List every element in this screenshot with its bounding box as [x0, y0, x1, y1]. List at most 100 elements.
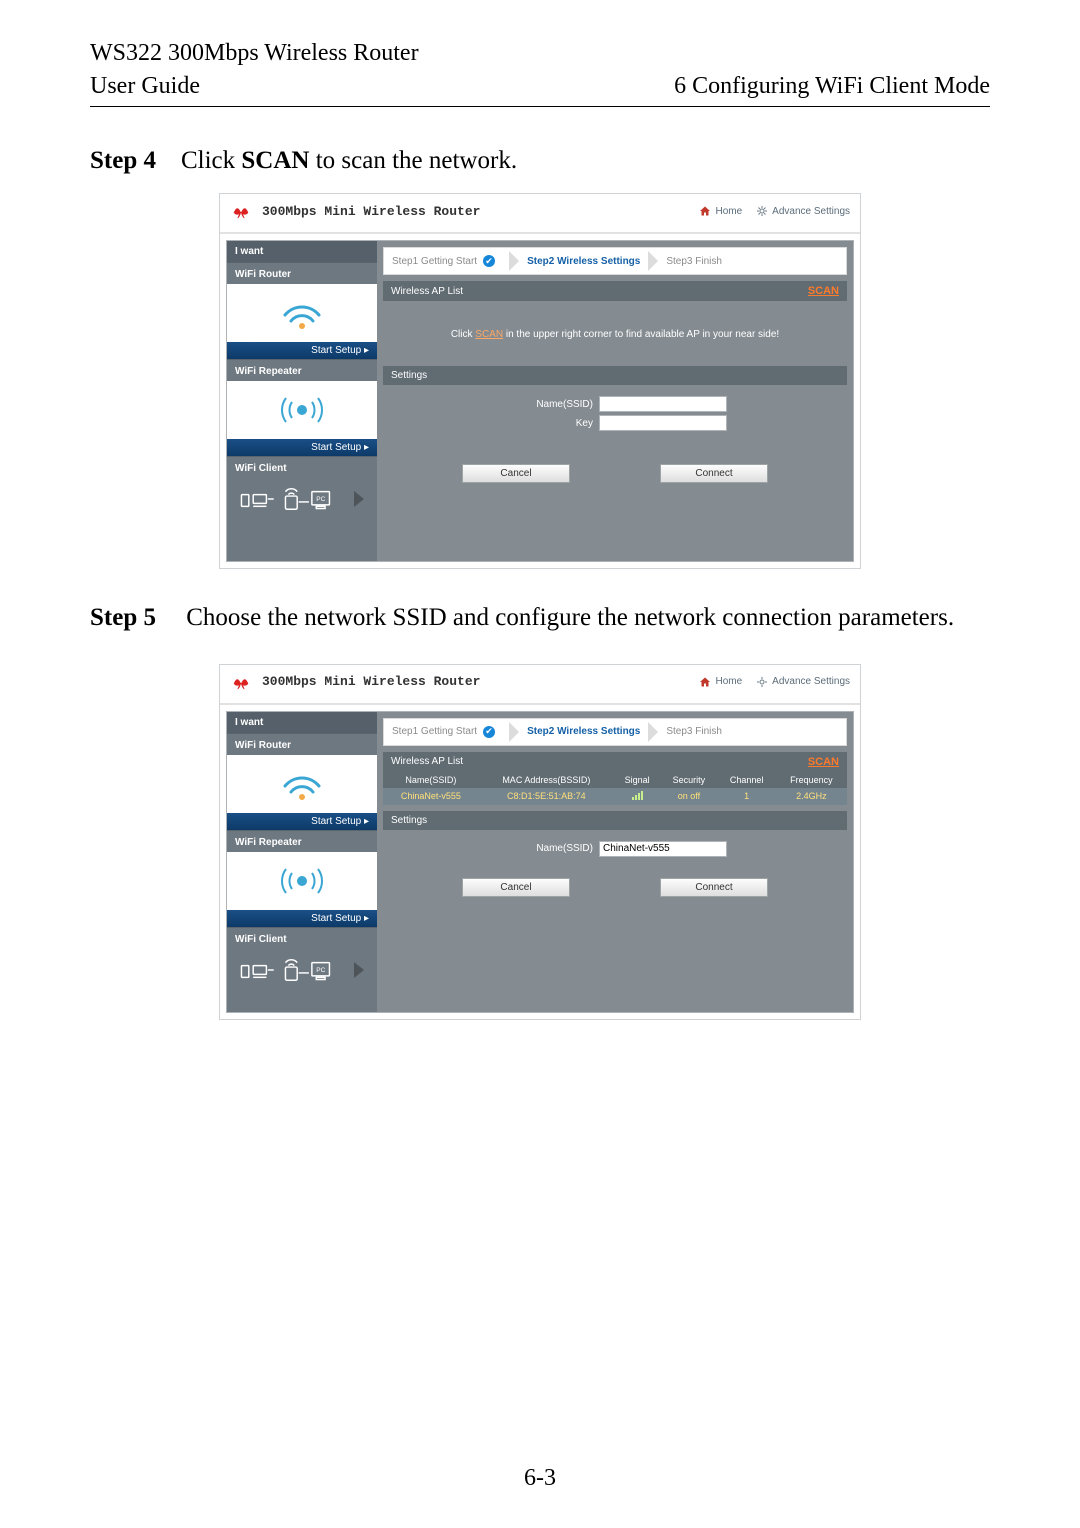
wifi-client-icon: PC — [227, 474, 377, 524]
ssid-label: Name(SSID) — [503, 399, 593, 410]
cell-mac: C8:D1:5E:51:AB:74 — [479, 788, 614, 805]
home-link[interactable]: Home — [699, 676, 742, 688]
cell-security: on off — [660, 788, 717, 805]
check-icon: ✔ — [483, 726, 495, 738]
sidebar-iwant: I want — [227, 241, 377, 262]
sidebar-wifi-client: WiFi Client — [227, 928, 377, 945]
router-title: 300Mbps Mini Wireless Router — [262, 204, 480, 219]
gear-icon — [756, 676, 768, 688]
col-freq: Frequency — [776, 772, 847, 788]
ap-table-header: Name(SSID) MAC Address(BSSID) Signal Sec… — [383, 772, 847, 788]
router-screenshot-1: 300Mbps Mini Wireless Router Home Advanc… — [219, 193, 861, 569]
chevron-right-icon — [354, 491, 364, 507]
chevron-icon — [648, 722, 658, 742]
advance-settings-link[interactable]: Advance Settings — [756, 676, 850, 688]
home-label: Home — [715, 206, 742, 217]
start-setup-repeater[interactable]: Start Setup ▸ — [227, 439, 377, 456]
sidebar-wifi-repeater: WiFi Repeater — [227, 831, 377, 848]
main-panel: Step1 Getting Start ✔ Step2 Wireless Set… — [377, 241, 853, 561]
hint-b: in the upper right corner to find availa… — [503, 329, 779, 340]
sidebar-wifi-repeater: WiFi Repeater — [227, 360, 377, 377]
key-input[interactable] — [599, 415, 727, 431]
main-panel: Step1 Getting Start ✔ Step2 Wireless Set… — [377, 712, 853, 1012]
svg-text:PC: PC — [316, 496, 325, 503]
doc-product: WS322 300Mbps Wireless Router — [90, 40, 990, 67]
advance-settings-link[interactable]: Advance Settings — [756, 205, 850, 217]
doc-chapter: 6 Configuring WiFi Client Mode — [674, 73, 990, 100]
bc-step2: Step2 Wireless Settings — [527, 726, 640, 737]
advance-label: Advance Settings — [772, 206, 850, 217]
step5-block: Step 5 Choose the network SSID and confi… — [90, 599, 990, 638]
gear-icon — [756, 205, 768, 217]
start-setup-repeater[interactable]: Start Setup ▸ — [227, 910, 377, 927]
ap-list-label: Wireless AP List — [391, 286, 463, 297]
connect-button[interactable]: Connect — [660, 878, 768, 897]
step5-text: Choose the network SSID and configure th… — [186, 604, 954, 631]
ap-table-row[interactable]: ChinaNet-v555 C8:D1:5E:51:AB:74 on off 1… — [383, 788, 847, 805]
wifi-repeater-icon — [227, 852, 377, 910]
home-icon — [699, 205, 711, 217]
cell-signal — [614, 788, 660, 805]
col-name: Name(SSID) — [383, 772, 479, 788]
wifi-router-icon — [227, 755, 377, 813]
key-label: Key — [503, 418, 593, 429]
start-setup-router[interactable]: Start Setup ▸ — [227, 342, 377, 359]
wizard-breadcrumb: Step1 Getting Start ✔ Step2 Wireless Set… — [383, 247, 847, 275]
cell-name: ChinaNet-v555 — [383, 788, 479, 805]
home-link[interactable]: Home — [699, 205, 742, 217]
col-mac: MAC Address(BSSID) — [479, 772, 614, 788]
router-title: 300Mbps Mini Wireless Router — [262, 674, 480, 689]
svg-text:PC: PC — [316, 967, 325, 974]
connect-button[interactable]: Connect — [660, 464, 768, 483]
sidebar-wifi-router: WiFi Router — [227, 263, 377, 280]
step4-label: Step 4 — [90, 147, 156, 174]
start-setup-router[interactable]: Start Setup ▸ — [227, 813, 377, 830]
scan-button[interactable]: SCAN — [808, 756, 839, 768]
bc-step1: Step1 Getting Start — [392, 256, 477, 267]
sidebar-wifi-router: WiFi Router — [227, 734, 377, 751]
ap-list-label: Wireless AP List — [391, 756, 463, 767]
advance-label: Advance Settings — [772, 676, 850, 687]
doc-guide: User Guide — [90, 73, 200, 100]
wifi-repeater-icon — [227, 381, 377, 439]
cell-channel: 1 — [717, 788, 775, 805]
ssid-input[interactable] — [599, 396, 727, 412]
wifi-router-icon — [227, 284, 377, 342]
router-screenshot-2: 300Mbps Mini Wireless Router Home Advanc… — [219, 664, 861, 1020]
wizard-breadcrumb: Step1 Getting Start ✔ Step2 Wireless Set… — [383, 718, 847, 746]
scan-button[interactable]: SCAN — [808, 285, 839, 297]
step5-label: Step 5 — [90, 599, 180, 638]
cancel-button[interactable]: Cancel — [462, 878, 570, 897]
step4-text-a: Click — [181, 147, 241, 174]
settings-label: Settings — [391, 370, 427, 381]
ssid-label: Name(SSID) — [503, 843, 593, 854]
ap-table: Name(SSID) MAC Address(BSSID) Signal Sec… — [383, 772, 847, 805]
wifi-client-icon: PC — [227, 945, 377, 995]
sidebar-wifi-client: WiFi Client — [227, 457, 377, 474]
sidebar: I want WiFi Router Start Setup ▸ WiFi Re… — [227, 241, 377, 561]
scan-hint: Click SCAN in the upper right corner to … — [377, 301, 853, 360]
bc-step3: Step3 Finish — [666, 256, 722, 267]
home-icon — [699, 676, 711, 688]
check-icon: ✔ — [483, 255, 495, 267]
cancel-button[interactable]: Cancel — [462, 464, 570, 483]
settings-label: Settings — [391, 815, 427, 826]
chevron-icon — [648, 251, 658, 271]
ssid-input[interactable] — [599, 841, 727, 857]
col-signal: Signal — [614, 772, 660, 788]
home-label: Home — [715, 676, 742, 687]
sidebar-iwant: I want — [227, 712, 377, 733]
bc-step2: Step2 Wireless Settings — [527, 256, 640, 267]
huawei-logo-icon — [230, 200, 252, 222]
sidebar: I want WiFi Router Start Setup ▸ WiFi Re… — [227, 712, 377, 1012]
page-number: 6-3 — [0, 1465, 1080, 1492]
step4-text-b: to scan the network. — [309, 147, 517, 174]
chevron-right-icon — [354, 962, 364, 978]
cell-freq: 2.4GHz — [776, 788, 847, 805]
signal-bars-icon — [632, 791, 643, 800]
scan-hint-link[interactable]: SCAN — [475, 329, 503, 340]
step4-scan-word: SCAN — [241, 147, 309, 174]
hint-a: Click — [451, 329, 475, 340]
bc-step3: Step3 Finish — [666, 726, 722, 737]
chevron-icon — [509, 251, 519, 271]
